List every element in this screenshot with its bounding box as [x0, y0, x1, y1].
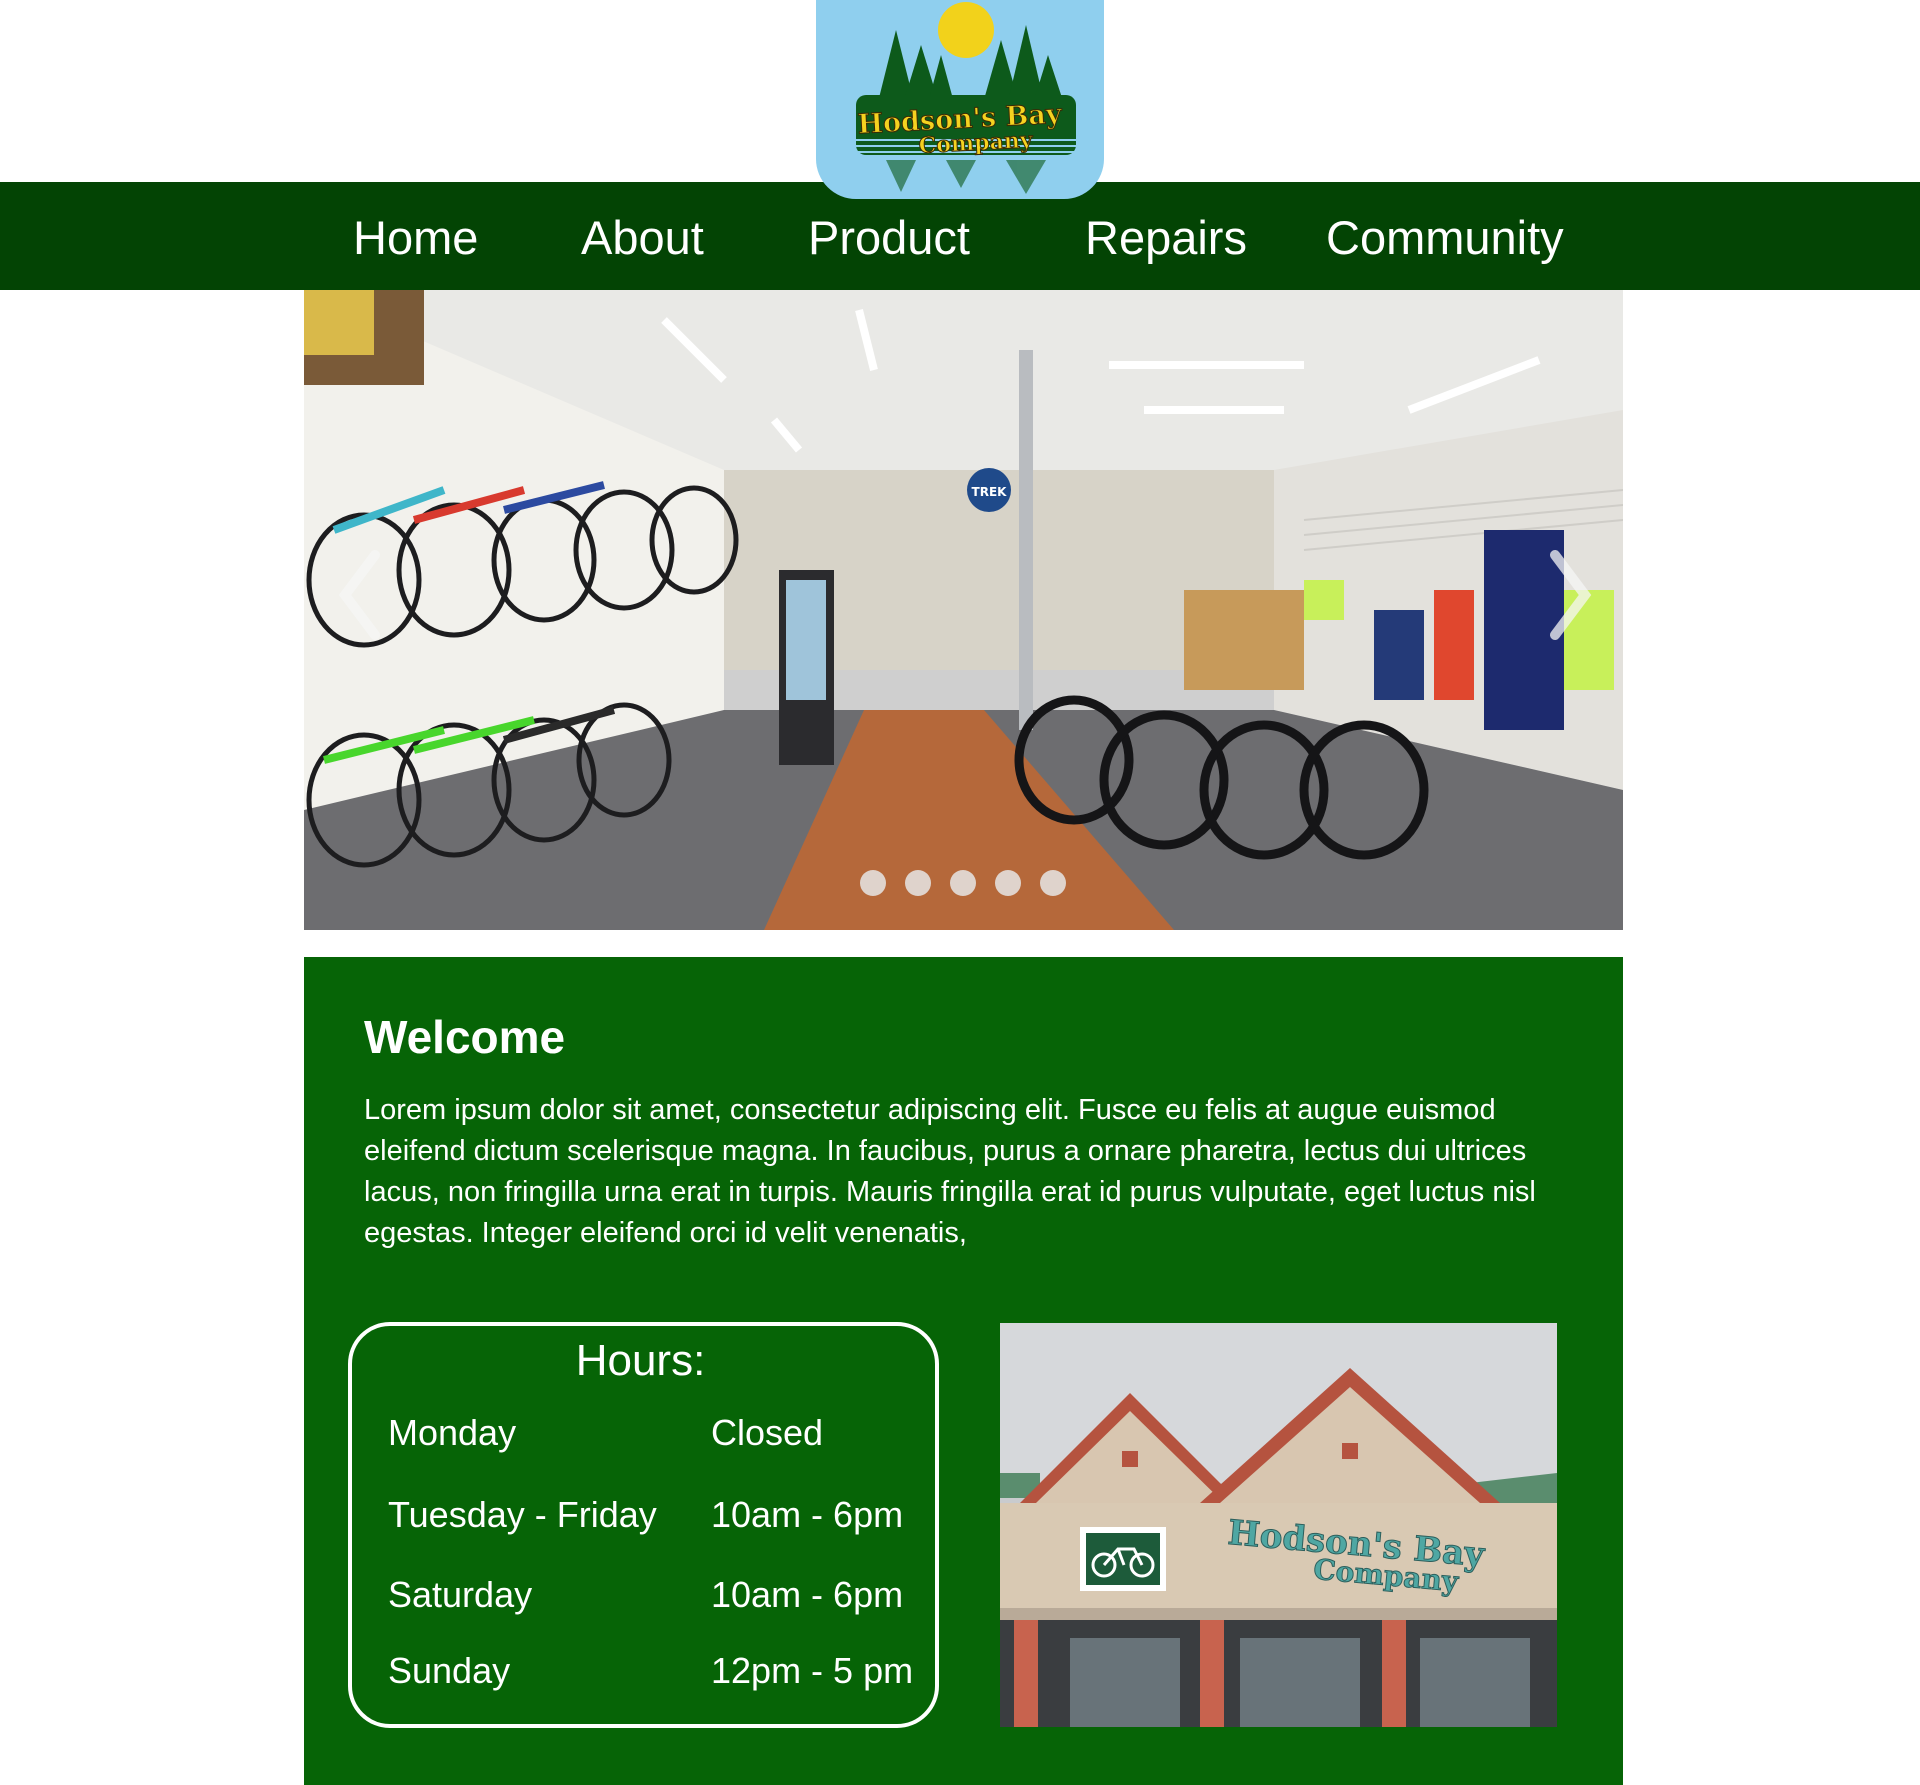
nav-repairs[interactable]: Repairs: [1085, 182, 1247, 290]
carousel-prev-button[interactable]: [330, 540, 390, 650]
trek-sign: TREK: [972, 485, 1008, 499]
bike-shop-interior-photo: TREK: [304, 290, 1623, 930]
storefront-graphic: Hodson's Bay Company: [1000, 1323, 1557, 1727]
carousel-dot-1[interactable]: [860, 870, 886, 896]
hours-time-monday: Closed: [711, 1412, 824, 1453]
carousel-dot-3[interactable]: [950, 870, 976, 896]
welcome-title: Welcome: [364, 1011, 566, 1063]
carousel-dots: [860, 870, 1066, 896]
carousel-dot-2[interactable]: [905, 870, 931, 896]
carousel-next-button[interactable]: [1540, 540, 1600, 650]
hours-title: Hours:: [575, 1336, 706, 1385]
carousel-dot-4[interactable]: [995, 870, 1021, 896]
hours-time-saturday: 10am - 6pm: [711, 1574, 904, 1615]
hero-carousel[interactable]: TREK: [304, 290, 1623, 930]
storefront-photo: Hodson's Bay Company: [1000, 1323, 1557, 1727]
brand-logo[interactable]: Hodson's Bay Company: [816, 0, 1104, 199]
chevron-right-icon: [1550, 550, 1592, 640]
logo-graphic: Hodson's Bay Company: [856, 2, 1076, 194]
welcome-text: Lorem ipsum dolor sit amet, consectetur …: [364, 1094, 1536, 1249]
hours-day-saturday: Saturday: [388, 1574, 533, 1615]
carousel-dot-5[interactable]: [1040, 870, 1066, 896]
hours-time-weekday: 10am - 6pm: [711, 1494, 904, 1535]
hours-day-weekday: Tuesday - Friday: [388, 1494, 657, 1535]
nav-about[interactable]: About: [581, 182, 704, 290]
nav-community[interactable]: Community: [1326, 182, 1564, 290]
hours-day-monday: Monday: [388, 1412, 517, 1453]
hours-day-sunday: Sunday: [388, 1650, 511, 1691]
hours-time-sunday: 12pm - 5 pm: [711, 1650, 914, 1691]
chevron-left-icon: [338, 550, 380, 640]
nav-home[interactable]: Home: [353, 182, 478, 290]
